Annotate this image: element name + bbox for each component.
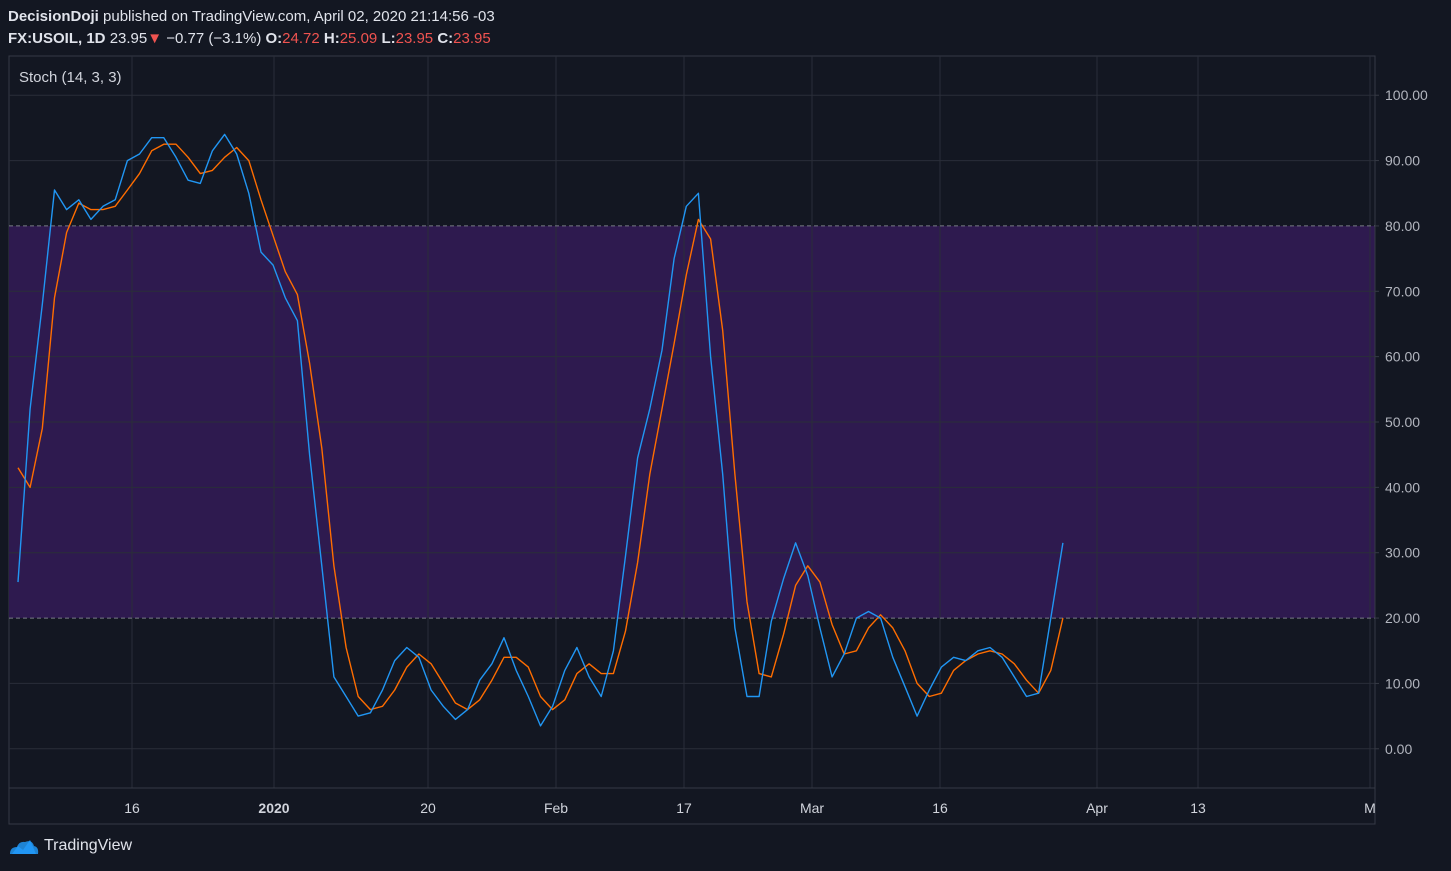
horizontal-grid: [9, 94, 1375, 750]
x-tick-label: Mar: [800, 800, 824, 816]
x-tick-label: Feb: [544, 800, 568, 816]
stochastic-chart[interactable]: 100.00 90.00 80.00 70.00 60.00 50.00 40.00 30.0…: [0, 0, 1451, 871]
x-tick-label: 16: [124, 800, 140, 816]
y-tick-label: 40.00: [1385, 479, 1420, 495]
x-tick-label: 13: [1190, 800, 1206, 816]
y-tick-label: 80.00: [1385, 218, 1420, 234]
y-tick-label: 20.00: [1385, 610, 1420, 626]
footer-branding[interactable]: TradingView: [8, 836, 132, 856]
tradingview-cloud-icon: [10, 840, 39, 854]
indicator-label[interactable]: Stoch (14, 3, 3): [19, 69, 122, 86]
price-axis-labels: 100.00 90.00 80.00 70.00 60.00 50.00 40.00 30.0…: [1375, 87, 1428, 757]
x-tick-label: 20: [420, 800, 436, 816]
x-tick-label: 2020: [258, 800, 289, 816]
time-axis-labels: 16 2020 20 Feb 17 Mar 16 Apr 13 M: [124, 800, 1376, 816]
x-tick-label: M: [1364, 800, 1376, 816]
x-tick-label: 17: [676, 800, 692, 816]
tradingview-brand: TradingView: [44, 837, 133, 854]
y-tick-label: 70.00: [1385, 283, 1420, 299]
y-tick-label: 10.00: [1385, 675, 1420, 691]
x-tick-label: 16: [932, 800, 948, 816]
y-tick-label: 60.00: [1385, 349, 1420, 365]
x-tick-label: Apr: [1086, 800, 1108, 816]
y-tick-label: 100.00: [1385, 87, 1428, 103]
y-tick-label: 50.00: [1385, 414, 1420, 430]
y-tick-label: 0.00: [1385, 741, 1412, 757]
y-tick-label: 30.00: [1385, 545, 1420, 561]
y-tick-label: 90.00: [1385, 153, 1420, 169]
